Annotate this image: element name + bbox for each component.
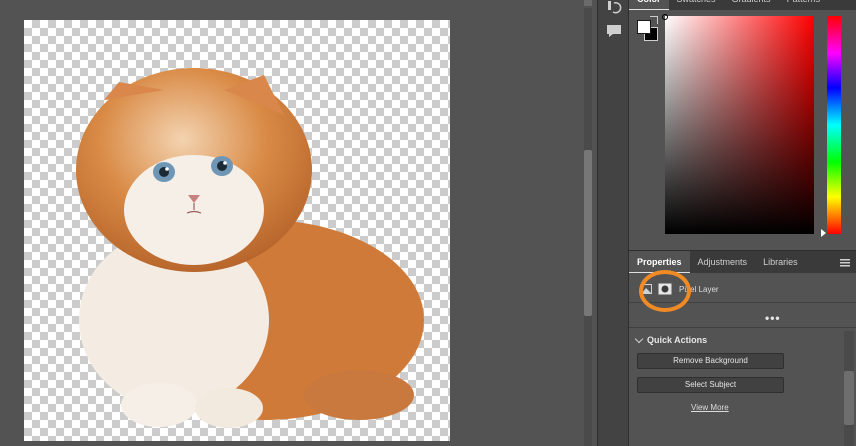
chevron-down-icon[interactable] [634,334,644,344]
select-subject-button[interactable]: Select Subject [637,377,784,393]
properties-scrollbar-thumb[interactable] [844,371,854,425]
foreground-color-swatch[interactable] [637,20,651,34]
highlight-annotation-circle [639,270,691,312]
color-picker-field[interactable] [665,16,814,234]
canvas-area[interactable] [0,0,597,446]
view-more-link[interactable]: View More [691,403,729,412]
section-divider [629,327,856,328]
hue-slider[interactable] [827,16,841,234]
swap-colors-icon[interactable] [650,16,658,24]
quick-actions-title[interactable]: Quick Actions [647,335,707,345]
color-panel: Color Swatches Gradients Patterns [629,0,856,248]
color-picker-cursor[interactable] [662,14,668,20]
panel-icon-strip [597,0,629,446]
document-canvas[interactable] [24,20,450,441]
color-panel-tabs: Color Swatches Gradients Patterns [629,0,856,10]
panel-menu-icon[interactable] [840,259,850,267]
tab-patterns[interactable]: Patterns [779,0,829,10]
more-options-button[interactable]: ••• [765,311,781,325]
comment-icon[interactable] [604,22,624,40]
scrollbar-top-cap [584,0,592,6]
tab-gradients[interactable]: Gradients [724,0,779,10]
remove-background-button[interactable]: Remove Background [637,353,784,369]
history-icon[interactable] [604,0,624,18]
tab-adjustments[interactable]: Adjustments [690,251,756,273]
right-panel-dock: Color Swatches Gradients Patterns Proper… [629,0,856,446]
hue-slider-marker[interactable] [821,229,826,237]
canvas-scrollbar-thumb[interactable] [584,150,592,316]
properties-panel: Properties Adjustments Libraries Pixel L… [629,250,856,446]
tab-swatches[interactable]: Swatches [669,0,724,10]
tab-libraries[interactable]: Libraries [755,251,806,273]
tab-color[interactable]: Color [629,0,669,10]
kitten-image [76,68,424,428]
